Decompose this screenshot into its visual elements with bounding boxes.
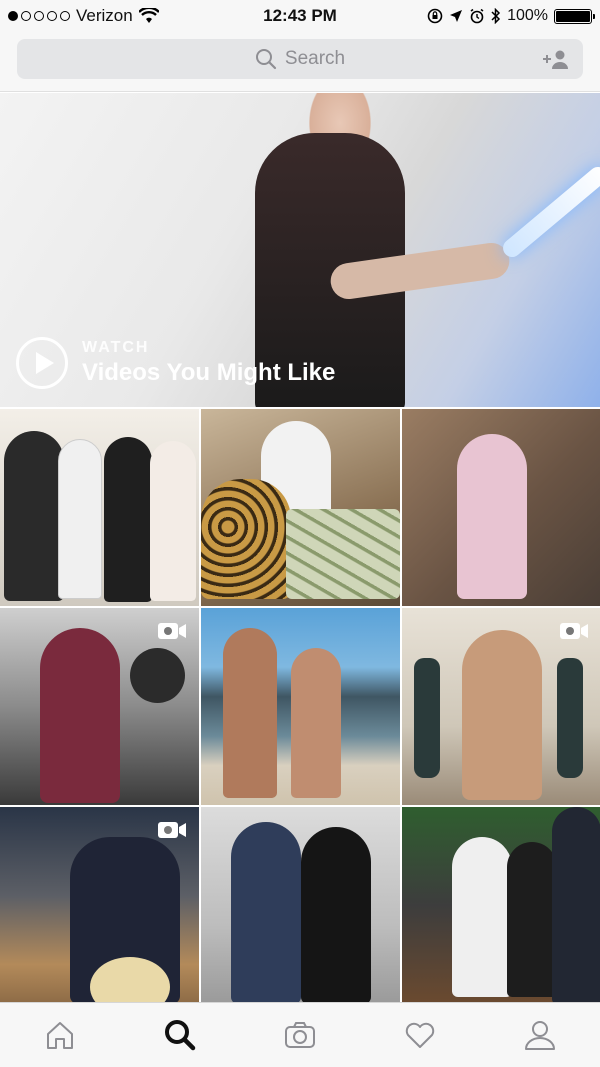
hero-video-lightsaber xyxy=(499,163,600,261)
heart-icon xyxy=(405,1022,435,1048)
photo-figure xyxy=(457,434,527,599)
photo-figure xyxy=(130,648,185,703)
status-left: Verizon xyxy=(8,6,208,26)
person-icon xyxy=(525,1021,555,1050)
tab-bar xyxy=(0,1002,600,1067)
grid-tile[interactable] xyxy=(402,807,600,1004)
photo-figure xyxy=(40,628,120,803)
photo-figure xyxy=(58,439,102,599)
hero-overlay: WATCH Videos You Might Like xyxy=(16,337,335,389)
battery-level xyxy=(556,10,590,22)
grid-tile[interactable] xyxy=(201,807,400,1004)
video-camera-icon xyxy=(560,623,588,639)
alarm-icon xyxy=(470,8,484,24)
battery-icon xyxy=(554,8,595,24)
add-person-icon[interactable] xyxy=(541,48,569,70)
camera-icon xyxy=(285,1022,315,1048)
photo-figure xyxy=(462,630,542,800)
location-icon xyxy=(450,10,463,22)
photo-figure xyxy=(291,648,341,798)
photo-figure xyxy=(452,837,512,997)
tab-camera[interactable] xyxy=(270,1005,330,1065)
grid-tile[interactable] xyxy=(0,608,199,805)
status-right: 100% xyxy=(392,7,595,25)
photo-figure xyxy=(104,437,152,602)
photo-figure xyxy=(231,822,301,1004)
video-camera-icon xyxy=(158,623,186,639)
tab-home[interactable] xyxy=(30,1005,90,1065)
status-bar: Verizon 12:43 PM 100% xyxy=(0,0,600,32)
grid-tile[interactable] xyxy=(201,409,400,606)
grid-tile[interactable] xyxy=(0,409,199,606)
hero-title: Videos You Might Like xyxy=(82,359,336,386)
bluetooth-icon xyxy=(491,8,501,24)
battery-percent: 100% xyxy=(507,7,548,24)
signal-strength-icon xyxy=(8,11,70,21)
tab-activity[interactable] xyxy=(390,1005,450,1065)
grid-tile[interactable] xyxy=(201,608,400,805)
photo-figure xyxy=(4,431,64,601)
tab-explore[interactable] xyxy=(150,1005,210,1065)
photo-figure xyxy=(414,658,440,778)
search-input[interactable]: Search xyxy=(17,39,583,79)
video-camera-icon xyxy=(158,822,186,838)
grid-tile[interactable] xyxy=(402,409,600,606)
photo-figure xyxy=(286,509,400,599)
carrier-label: Verizon xyxy=(76,6,133,25)
explore-grid xyxy=(0,409,600,1004)
grid-tile[interactable] xyxy=(0,807,199,1004)
tab-profile[interactable] xyxy=(510,1005,570,1065)
search-area: Search xyxy=(0,32,600,92)
hero-text: WATCH Videos You Might Like xyxy=(82,339,335,387)
status-time: 12:43 PM xyxy=(263,6,337,25)
photo-figure xyxy=(507,842,557,997)
home-icon xyxy=(47,1022,73,1049)
wifi-icon xyxy=(138,8,159,23)
photo-figure xyxy=(201,479,291,599)
photo-figure xyxy=(557,658,583,778)
search-icon xyxy=(255,49,276,70)
search-icon xyxy=(165,1020,196,1051)
watch-videos-hero[interactable]: WATCH Videos You Might Like xyxy=(0,93,600,407)
rotation-lock-icon xyxy=(427,8,443,24)
photo-figure xyxy=(552,807,600,1004)
hero-kicker: WATCH xyxy=(82,339,150,356)
photo-figure xyxy=(223,628,277,798)
photo-figure xyxy=(301,827,371,1004)
grid-tile[interactable] xyxy=(402,608,600,805)
play-icon[interactable] xyxy=(16,337,68,389)
search-placeholder: Search xyxy=(284,48,346,69)
photo-figure xyxy=(150,441,196,601)
